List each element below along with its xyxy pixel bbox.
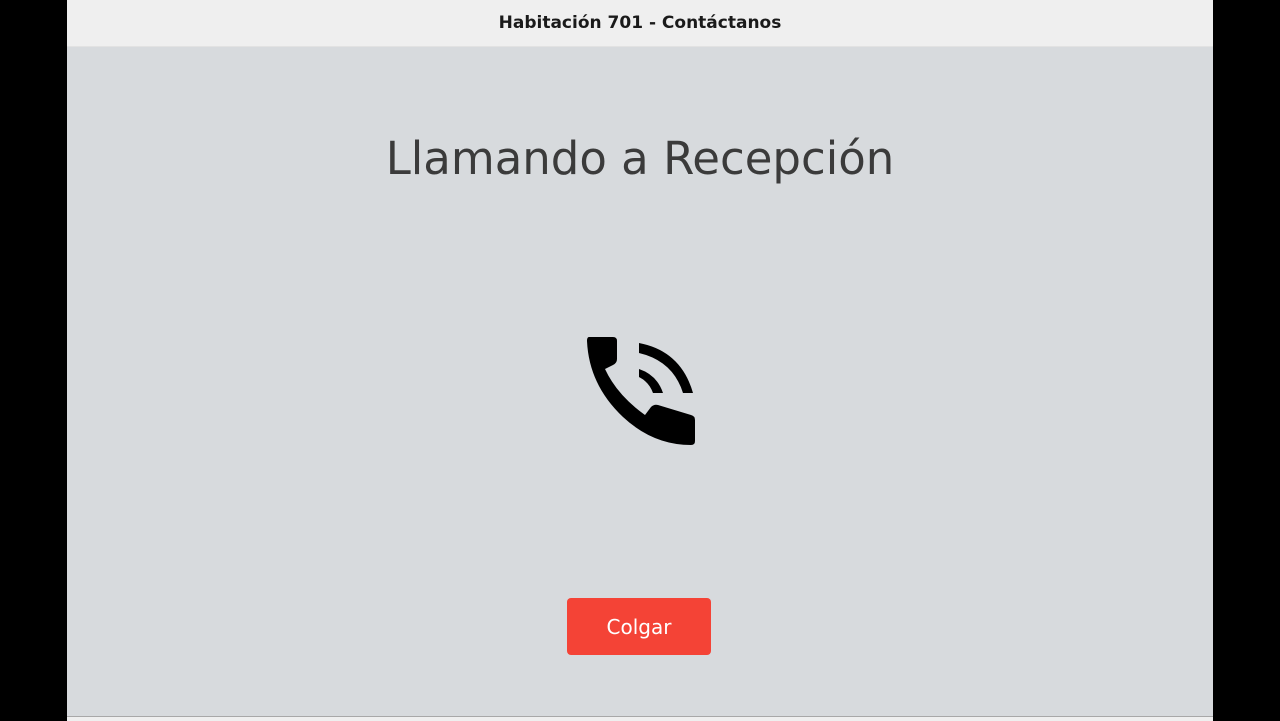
call-panel: Llamando a Recepción Colgar [67,47,1213,716]
window-title: Habitación 701 - Contáctanos [498,13,782,33]
call-status-heading: Llamando a Recepción [385,132,895,185]
hangup-button[interactable]: Colgar [567,598,711,655]
app-screen: Habitación 701 - Contáctanos Llamando a … [67,0,1213,721]
bottom-border [67,716,1213,721]
phone-in-talk-icon [583,333,697,447]
title-bar: Habitación 701 - Contáctanos [67,0,1213,47]
